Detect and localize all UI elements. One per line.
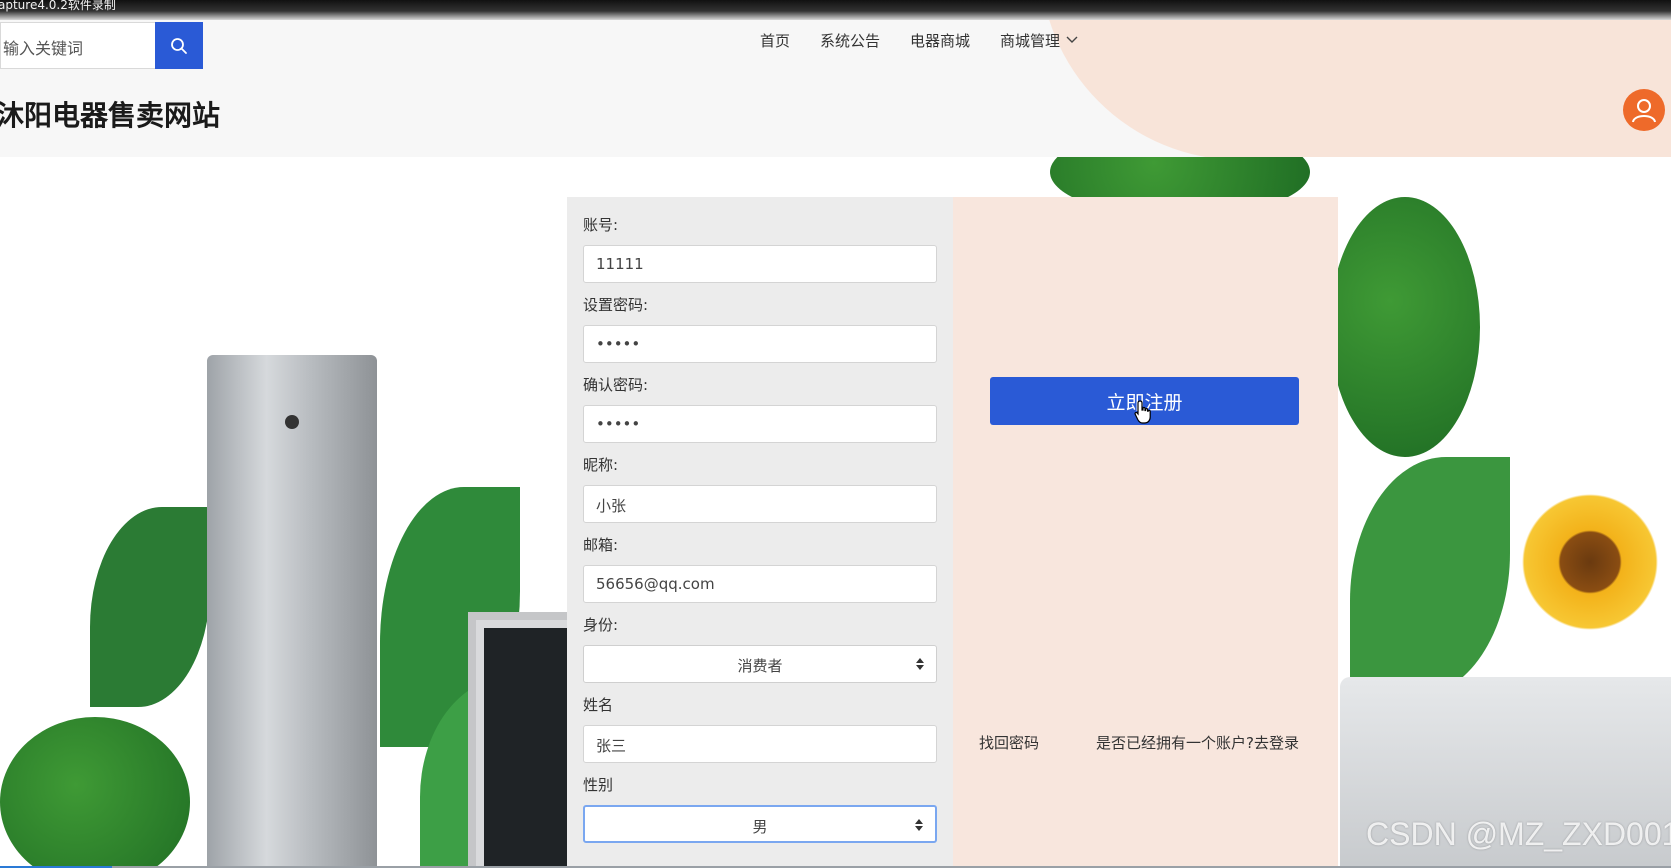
site-header: 输入关键词 首页 系统公告 电器商城 商城管理 沐阳电器售卖网站	[0, 0, 1671, 157]
email-label: 邮箱:	[583, 536, 619, 554]
password-label: 设置密码:	[583, 296, 649, 314]
search-input[interactable]: 输入关键词	[0, 22, 155, 69]
nav-item-announcements[interactable]: 系统公告	[820, 28, 880, 52]
tree-left	[0, 717, 190, 868]
nav-item-home[interactable]: 首页	[760, 28, 790, 52]
password-input[interactable]: •••••	[583, 325, 937, 363]
nickname-label: 昵称:	[583, 456, 619, 474]
hand-pointer-icon	[1134, 400, 1151, 424]
nickname-input[interactable]: 小张	[583, 485, 937, 523]
account-input[interactable]: 11111	[583, 245, 937, 283]
capture-bar-text: apture4.0.2软件录制	[0, 0, 116, 12]
gender-select-value: 男	[752, 818, 768, 836]
nav-item-store-management[interactable]: 商城管理	[1000, 28, 1078, 52]
leaf-3	[90, 507, 210, 707]
name-input[interactable]: 张三	[583, 725, 937, 763]
confirm-password-input[interactable]: •••••	[583, 405, 937, 443]
nav-item-store[interactable]: 电器商城	[910, 28, 970, 52]
role-label: 身份:	[583, 616, 619, 634]
role-select-value: 消费者	[737, 657, 783, 675]
confirm-password-label: 确认密码:	[583, 376, 649, 394]
fridge-image	[207, 355, 377, 868]
gender-label: 性别	[583, 776, 614, 794]
role-select[interactable]: 消费者	[583, 645, 937, 683]
chevron-down-icon	[1066, 36, 1078, 43]
main-nav: 首页 系统公告 电器商城 商城管理	[760, 28, 1108, 52]
capture-bar: apture4.0.2软件录制	[0, 0, 1671, 20]
search-icon	[171, 37, 187, 54]
register-form: 账号: 11111 设置密码: ••••• 确认密码: ••••• 昵称: 小张…	[567, 197, 953, 868]
register-side-panel: 立即注册 找回密码 是否已经拥有一个账户?去登录	[953, 197, 1338, 868]
name-label: 姓名	[583, 696, 614, 714]
go-login-link[interactable]: 是否已经拥有一个账户?去登录	[1096, 732, 1299, 753]
monitor-image	[468, 612, 578, 868]
user-icon	[1632, 99, 1656, 123]
watermark: CSDN @MZ_ZXD001	[1366, 816, 1671, 852]
header-decoration	[1040, 0, 1671, 157]
select-arrows-icon	[916, 658, 924, 670]
search-button[interactable]	[155, 22, 203, 69]
gender-select[interactable]: 男	[583, 805, 937, 843]
avatar[interactable]	[1623, 89, 1665, 131]
sunflower-image	[1515, 487, 1665, 637]
tree-right	[1330, 197, 1480, 457]
forgot-password-link[interactable]: 找回密码	[979, 732, 1039, 753]
account-label: 账号:	[583, 216, 619, 234]
select-arrows-icon	[915, 819, 923, 831]
site-title: 沐阳电器售卖网站	[0, 99, 221, 132]
leaf-4	[1350, 457, 1510, 697]
email-input[interactable]: 56656@qq.com	[583, 565, 937, 603]
